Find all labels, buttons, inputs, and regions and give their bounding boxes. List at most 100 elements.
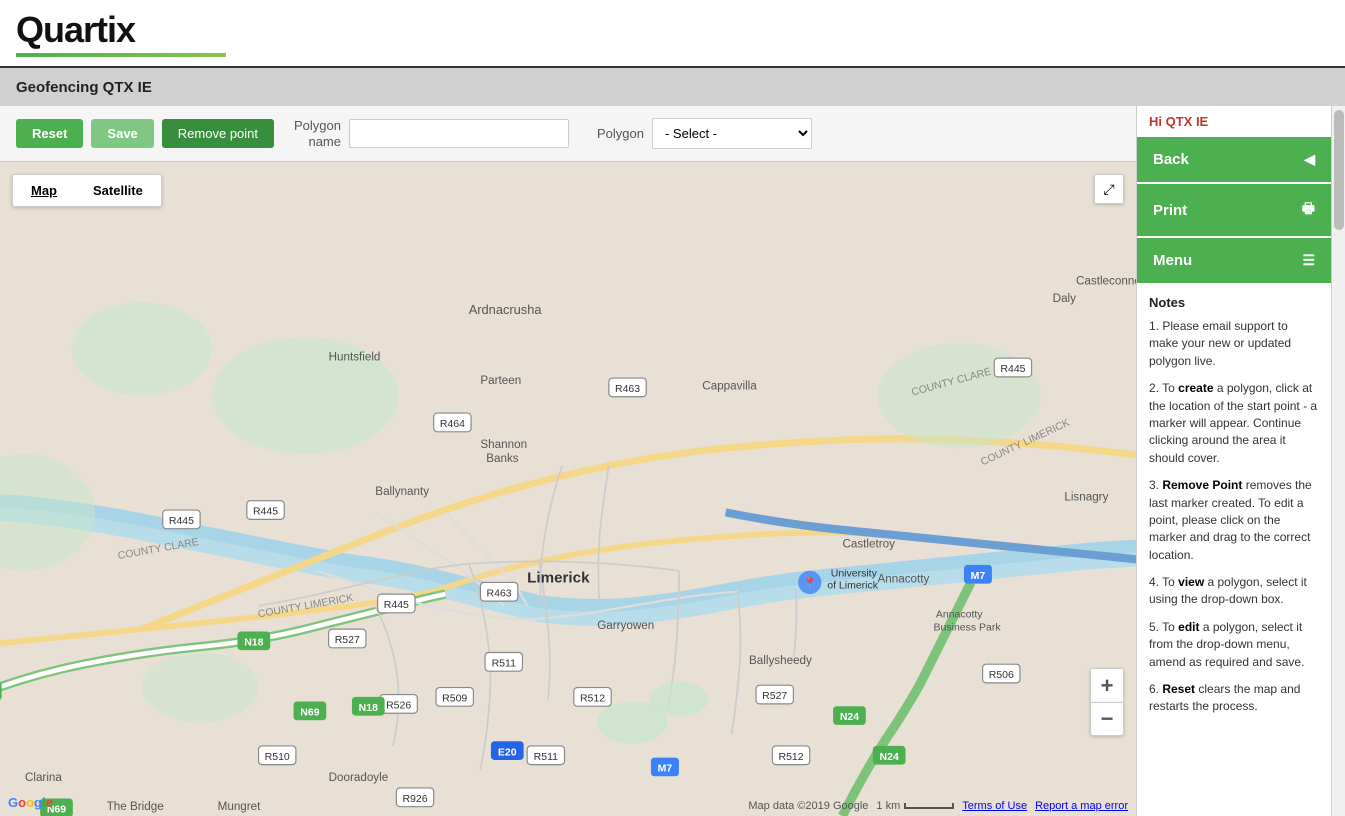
- svg-text:M7: M7: [971, 570, 986, 582]
- svg-text:Business Park: Business Park: [934, 621, 1002, 633]
- scale-label: 1 km: [876, 800, 900, 812]
- svg-text:R512: R512: [580, 693, 605, 705]
- note-4: 4. To view a polygon, select it using th…: [1149, 574, 1319, 609]
- svg-text:R506: R506: [989, 669, 1014, 681]
- note-4-keyword: view: [1178, 575, 1204, 589]
- map-view-button[interactable]: Map: [13, 175, 75, 206]
- svg-text:R510: R510: [265, 751, 290, 763]
- svg-text:Ballysheedy: Ballysheedy: [749, 654, 812, 667]
- save-button[interactable]: Save: [91, 119, 153, 148]
- polygon-name-label: Polygonname: [294, 118, 341, 149]
- note-5: 5. To edit a polygon, select it from the…: [1149, 619, 1319, 671]
- svg-text:E20: E20: [498, 746, 517, 758]
- svg-text:Castleconnell: Castleconnell: [1076, 275, 1136, 288]
- note-6-num: 6.: [1149, 682, 1162, 696]
- print-label: Print: [1153, 202, 1187, 219]
- page-scrollbar[interactable]: [1331, 106, 1345, 816]
- menu-label: Menu: [1153, 252, 1192, 269]
- map-svg: Ardnacrusha Huntsfield Parteen Cappavill…: [0, 162, 1136, 816]
- map-footer: Map data ©2019 Google 1 km Terms of Use …: [0, 800, 1136, 812]
- scale-bar: 1 km: [876, 800, 954, 812]
- print-button[interactable]: Print 🖶: [1137, 184, 1331, 236]
- note-2-num: 2. To: [1149, 381, 1178, 395]
- svg-text:R464: R464: [440, 418, 465, 430]
- svg-text:N24: N24: [840, 711, 859, 723]
- svg-text:Annacotty: Annacotty: [936, 608, 983, 620]
- svg-text:Banks: Banks: [486, 452, 519, 465]
- header: Quartix: [0, 0, 1345, 68]
- note-2: 2. To create a polygon, click at the loc…: [1149, 380, 1319, 467]
- svg-text:R509: R509: [442, 693, 467, 705]
- svg-text:Annacotty: Annacotty: [877, 572, 929, 585]
- svg-text:R445: R445: [253, 506, 278, 518]
- note-6-keyword: Reset: [1162, 682, 1195, 696]
- right-sidebar: Hi QTX IE Back ◀ Print 🖶 Menu ☰ Notes 1.…: [1136, 106, 1331, 816]
- main-layout: Reset Save Remove point Polygonname Poly…: [0, 106, 1345, 816]
- note-3-num: 3.: [1149, 478, 1162, 492]
- note-3-keyword: Remove Point: [1162, 478, 1242, 492]
- note-5-keyword: edit: [1178, 620, 1199, 634]
- svg-text:R526: R526: [386, 700, 411, 712]
- note-2-keyword: create: [1178, 381, 1213, 395]
- reset-button[interactable]: Reset: [16, 119, 83, 148]
- menu-button[interactable]: Menu ☰: [1137, 238, 1331, 283]
- back-icon: ◀: [1304, 151, 1315, 168]
- svg-text:R463: R463: [487, 587, 512, 599]
- svg-text:Limerick: Limerick: [527, 569, 590, 586]
- polygon-label: Polygon: [597, 126, 644, 141]
- note-6: 6. Reset clears the map and restarts the…: [1149, 681, 1319, 716]
- svg-text:Garryowen: Garryowen: [597, 619, 654, 632]
- note-1: 1. Please email support to make your new…: [1149, 318, 1319, 370]
- svg-text:M7: M7: [658, 763, 673, 775]
- svg-text:N18: N18: [359, 702, 378, 714]
- back-button[interactable]: Back ◀: [1137, 137, 1331, 182]
- note-4-num: 4. To: [1149, 575, 1178, 589]
- map-container[interactable]: Ardnacrusha Huntsfield Parteen Cappavill…: [0, 162, 1136, 816]
- svg-text:R511: R511: [534, 751, 558, 763]
- svg-text:R511: R511: [492, 658, 516, 670]
- page-title: Geofencing QTX IE: [0, 68, 1345, 106]
- fullscreen-button[interactable]: ⤢: [1094, 174, 1124, 204]
- scrollbar-thumb[interactable]: [1334, 110, 1344, 230]
- svg-text:R527: R527: [335, 634, 360, 646]
- note-5-num: 5. To: [1149, 620, 1178, 634]
- svg-text:Ardnacrusha: Ardnacrusha: [469, 302, 543, 317]
- remove-point-button[interactable]: Remove point: [162, 119, 274, 148]
- notes-title: Notes: [1149, 295, 1319, 310]
- note-1-text: Please email support to make your new or…: [1149, 319, 1291, 368]
- svg-text:📍: 📍: [802, 576, 817, 590]
- svg-text:R527: R527: [762, 690, 787, 702]
- zoom-in-button[interactable]: +: [1090, 668, 1124, 702]
- hi-text: Hi QTX IE: [1137, 106, 1331, 137]
- zoom-controls: + −: [1090, 668, 1124, 736]
- map-data-text: Map data ©2019 Google: [748, 800, 868, 812]
- map-toggle: Map Satellite: [12, 174, 162, 207]
- satellite-view-button[interactable]: Satellite: [75, 175, 161, 206]
- logo-underline: [16, 53, 226, 57]
- svg-text:Lisnagry: Lisnagry: [1064, 491, 1108, 504]
- terms-link[interactable]: Terms of Use: [962, 800, 1027, 812]
- svg-text:R445: R445: [384, 599, 409, 611]
- svg-text:R445: R445: [1000, 363, 1025, 375]
- svg-text:N24: N24: [880, 751, 899, 763]
- toolbar: Reset Save Remove point Polygonname Poly…: [0, 106, 1136, 162]
- note-1-num: 1.: [1149, 319, 1162, 333]
- svg-text:Shannon: Shannon: [480, 438, 527, 451]
- svg-text:R445: R445: [169, 515, 194, 527]
- svg-text:of Limerick: of Limerick: [827, 579, 879, 591]
- report-link[interactable]: Report a map error: [1035, 800, 1128, 812]
- svg-text:Ballynanty: Ballynanty: [375, 485, 429, 498]
- svg-text:Daly: Daly: [1053, 292, 1076, 305]
- svg-text:Dooradoyle: Dooradoyle: [329, 771, 389, 784]
- svg-text:R463: R463: [615, 383, 640, 395]
- svg-text:Clarina: Clarina: [25, 771, 62, 784]
- note-3: 3. Remove Point removes the last marker …: [1149, 477, 1319, 564]
- svg-text:R512: R512: [779, 751, 804, 763]
- polygon-select[interactable]: - Select -: [652, 118, 812, 149]
- notes-section: Notes 1. Please email support to make yo…: [1137, 285, 1331, 736]
- content-area: Reset Save Remove point Polygonname Poly…: [0, 106, 1136, 816]
- zoom-out-button[interactable]: −: [1090, 702, 1124, 736]
- print-icon: 🖶: [1302, 198, 1315, 222]
- svg-text:N69: N69: [300, 707, 319, 719]
- polygon-name-input[interactable]: [349, 119, 569, 148]
